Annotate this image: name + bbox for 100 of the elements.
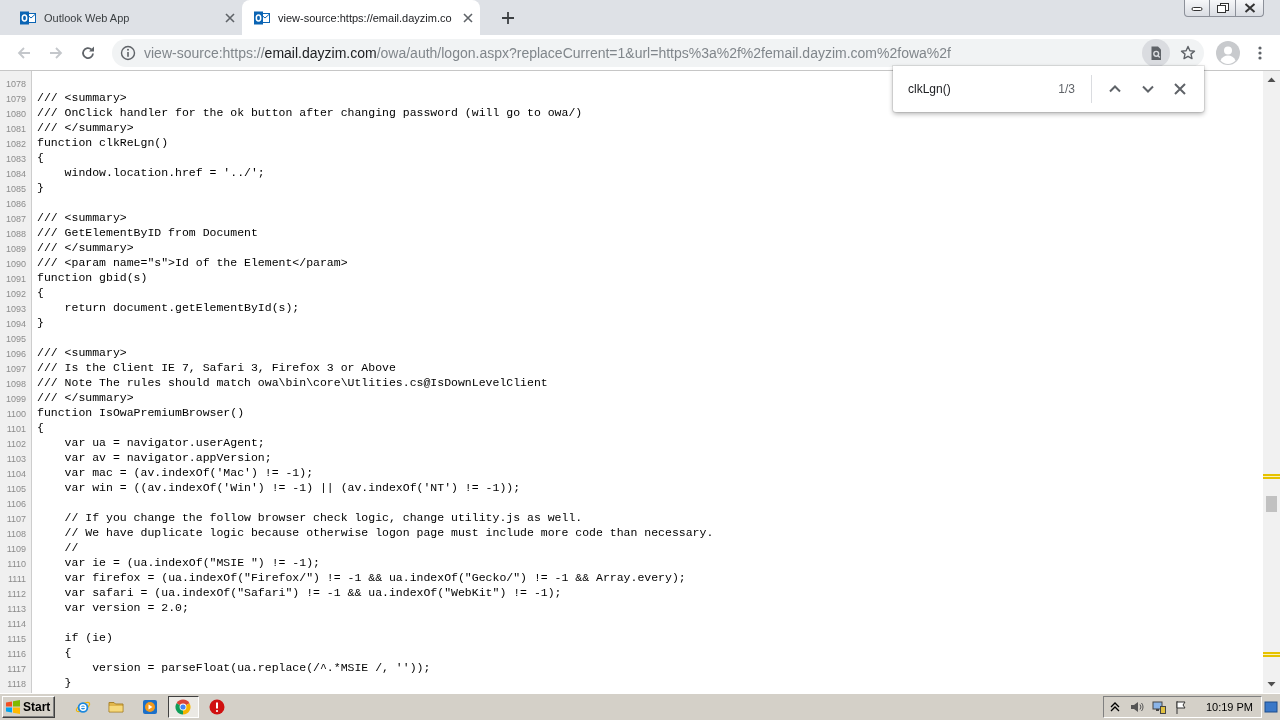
star-icon[interactable]: [1180, 44, 1196, 61]
scroll-thumb[interactable]: [1266, 496, 1277, 512]
web-browser-icon: [74, 699, 91, 715]
minimize-button[interactable]: [1184, 0, 1210, 17]
line-number: 1083: [5, 153, 26, 164]
reload-icon[interactable]: [80, 44, 96, 61]
code-line: function gbid(s): [37, 270, 148, 285]
taskbar-button[interactable]: [167, 696, 199, 718]
line-number: 1104: [6, 468, 26, 479]
line-number: 1079: [5, 93, 26, 104]
line-number: 1109: [6, 543, 26, 554]
code-line: // If you change the follow browser check logic, change utility.js as well.: [64, 510, 583, 525]
computer-icon[interactable]: [1151, 700, 1166, 714]
code-line: /// Note The rules should match owa\bin\core\Utlities.cs@IsDownLevelClient: [37, 375, 548, 390]
code-line: var win = ((av.indexOf('Win') != -1) || (av.indexOf('NT') != -1));: [64, 480, 521, 495]
line-number: 1088: [5, 228, 26, 239]
line-number: 1110: [7, 558, 26, 569]
code-line: }: [37, 315, 44, 330]
line-number: 1090: [5, 258, 26, 269]
code-line: if (ie): [64, 630, 113, 645]
speaker-icon[interactable]: [1129, 700, 1144, 714]
line-number: 1078: [5, 78, 26, 89]
code-line: var ie = (ua.indexOf("MSIE ") != -1);: [64, 555, 320, 570]
clock-time: 10:19 PM: [1205, 701, 1253, 713]
media-player-icon: [141, 699, 158, 715]
close-window-button[interactable]: [1236, 0, 1264, 17]
folder-icon: [108, 699, 125, 715]
code-line: {: [37, 285, 44, 300]
code-line: var safari = (ua.indexOf("Safari") != -1 && ua.indexOf("WebKit") != -1);: [64, 585, 562, 600]
line-number: 1112: [7, 588, 26, 599]
line-number: 1115: [7, 633, 26, 644]
code-line: function clkReLgn(): [37, 135, 169, 150]
code-line: }: [64, 675, 72, 690]
line-number: 1080: [5, 108, 26, 119]
url-text: view-source:https://email.dayzim.com/owa/auth/logon.aspx?replaceCurrent=1&url=https%3a%2f%2femail.dayzim.com%2fowa%2f: [144, 44, 952, 61]
match-count: 1/3: [1058, 82, 1075, 96]
start-button[interactable]: Start: [2, 696, 56, 718]
address-bar[interactable]: view-source:https://email.dayzim.com/owa/auth/logon.aspx?replaceCurrent=1&url=https%3a%2f%2femail.dayzim.com%2fowa%2f: [112, 38, 1204, 67]
code-line: var firefox = (ua.indexOf("Firefox/") != -1 && ua.indexOf("Gecko/") != -1 && Array.every);: [64, 570, 686, 585]
line-number: 1084: [5, 168, 26, 179]
find-match-marker: [1263, 474, 1280, 479]
code-line: /// </summary>: [37, 240, 134, 255]
line-number: 1089: [5, 243, 26, 254]
code-line: // We have duplicate logic because otherwise logon page must include more code than necessary.: [64, 525, 714, 540]
browser-tab[interactable]: Outlook Web App: [8, 0, 242, 35]
page-search-icon[interactable]: [1142, 38, 1170, 67]
line-number: 1103: [6, 453, 26, 464]
line-number: 1101: [6, 423, 26, 434]
line-number: 1114: [7, 618, 26, 629]
line-number: 1093: [5, 303, 26, 314]
code-line: /// <summary>: [37, 345, 127, 360]
mail-app-icon: [254, 9, 270, 26]
code-line: var mac = (av.indexOf('Mac') != -1);: [64, 465, 314, 480]
code-line: //: [64, 540, 79, 555]
line-number: 1117: [7, 663, 26, 674]
code-line: /// GetElementByID from Document: [37, 225, 258, 240]
code-line: {: [64, 645, 72, 660]
line-number: 1097: [5, 363, 26, 374]
code-line: }: [37, 180, 44, 195]
line-number: 1085: [5, 183, 26, 194]
code-line: {: [37, 420, 44, 435]
code-line: version = parseFloat(ua.replace(/^.*MSIE /, ''));: [92, 660, 431, 675]
browser-icon: [175, 699, 192, 715]
show-desktop-icon[interactable]: [1264, 699, 1278, 715]
line-number: 1107: [6, 513, 26, 524]
line-number: 1105: [6, 483, 26, 494]
code-line: var av = navigator.appVersion;: [64, 450, 272, 465]
code-line: window.location.href = '../';: [64, 165, 265, 180]
line-number: 1102: [6, 438, 26, 449]
info-icon[interactable]: [120, 44, 136, 61]
minimize-icon: [1191, 4, 1203, 12]
start-flag-icon: [5, 699, 21, 715]
line-number: 1099: [5, 393, 26, 404]
code-line: /// OnClick handler for the ok button after changing password (will go to owa/): [37, 105, 583, 120]
line-number: 1111: [7, 573, 26, 584]
flag-icon[interactable]: [1173, 700, 1188, 714]
line-number: 1098: [5, 378, 26, 389]
line-number: 1095: [5, 333, 26, 344]
code-line: /// <summary>: [37, 210, 127, 225]
line-number: 1087: [5, 213, 26, 224]
code-line: /// </summary>: [37, 390, 134, 405]
line-number: 1094: [5, 318, 26, 329]
code-line: /// Is the Client IE 7, Safari 3, Firefox 3 or Above: [37, 360, 396, 375]
code-line: var ua = navigator.userAgent;: [64, 435, 265, 450]
line-number: 1091: [5, 273, 26, 284]
new-tab-icon[interactable]: [500, 10, 515, 25]
line-number: 1096: [5, 348, 26, 359]
line-number: 1108: [6, 528, 26, 539]
line-number: 1106: [6, 498, 26, 509]
code-line: /// <param name="s">Id of the Element</param>: [37, 255, 348, 270]
line-number: 1116: [7, 648, 26, 659]
close-icon: [1243, 3, 1256, 13]
line-number: 1086: [5, 198, 26, 209]
code-line: function IsOwaPremiumBrowser(): [37, 405, 245, 420]
close-icon[interactable]: [1172, 81, 1188, 97]
restore-button[interactable]: [1210, 0, 1236, 17]
find-field[interactable]: clkLgn(): [908, 79, 1053, 99]
browser-tab[interactable]: view-source:https://email.dayzim.co: [242, 0, 480, 35]
code-line: var version = 2.0;: [64, 600, 189, 615]
code-line: {: [37, 150, 44, 165]
